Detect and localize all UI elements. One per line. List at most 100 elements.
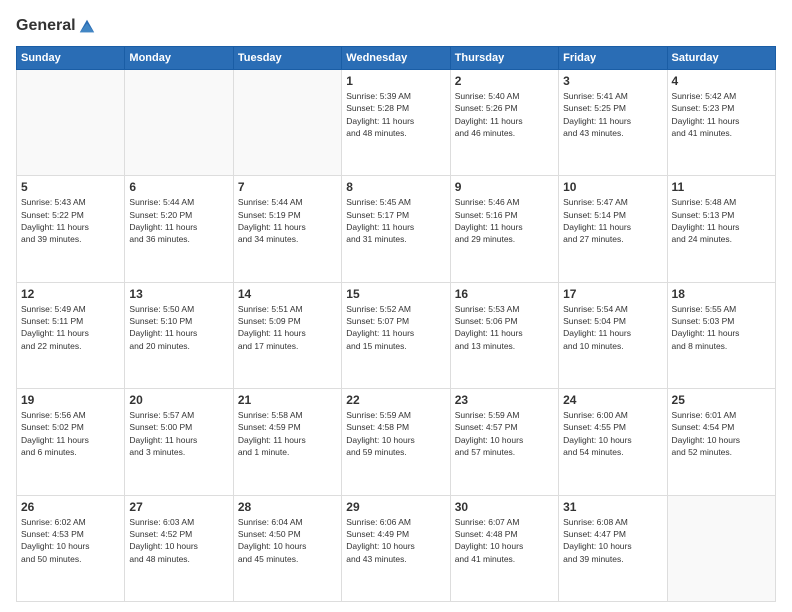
calendar-week-row: 19Sunrise: 5:56 AM Sunset: 5:02 PM Dayli… — [17, 389, 776, 495]
day-number: 31 — [563, 500, 662, 514]
calendar-cell: 11Sunrise: 5:48 AM Sunset: 5:13 PM Dayli… — [667, 176, 775, 282]
day-info: Sunrise: 5:57 AM Sunset: 5:00 PM Dayligh… — [129, 409, 228, 458]
calendar-cell: 28 Sunrise: 6:04 AM Sunset: 4:50 PM Dayli… — [233, 495, 341, 601]
day-info: Sunrise: 5:56 AM Sunset: 5:02 PM Dayligh… — [21, 409, 120, 458]
calendar-cell: 4 Sunrise: 5:42 AM Sunset: 5:23 PM Daylig… — [667, 70, 775, 176]
logo-text: General — [16, 16, 96, 36]
day-number: 11 — [672, 180, 771, 194]
calendar-header-sunday: Sunday — [17, 47, 125, 70]
calendar-header-saturday: Saturday — [667, 47, 775, 70]
day-number: 25 — [672, 393, 771, 407]
day-number: 21 — [238, 393, 337, 407]
calendar-cell: 3 Sunrise: 5:41 AM Sunset: 5:25 PM Daylig… — [559, 70, 667, 176]
calendar-cell: 6 Sunrise: 5:44 AM Sunset: 5:20 PM Daylig… — [125, 176, 233, 282]
day-info: Sunrise: 6:08 AM Sunset: 4:47 PM Dayligh… — [563, 516, 662, 565]
day-number: 23 — [455, 393, 554, 407]
day-info: Sunrise: 5:43 AM Sunset: 5:22 PM Dayligh… — [21, 196, 120, 245]
calendar-cell: 20 Sunrise: 5:57 AM Sunset: 5:00 PM Dayli… — [125, 389, 233, 495]
day-number: 30 — [455, 500, 554, 514]
day-number: 3 — [563, 74, 662, 88]
day-info: Sunrise: 6:04 AM Sunset: 4:50 PM Dayligh… — [238, 516, 337, 565]
calendar-cell: 24 Sunrise: 6:00 AM Sunset: 4:55 PM Dayli… — [559, 389, 667, 495]
day-info: Sunrise: 6:00 AM Sunset: 4:55 PM Dayligh… — [563, 409, 662, 458]
day-number: 7 — [238, 180, 337, 194]
day-number: 16 — [455, 287, 554, 301]
calendar-cell: 22 Sunrise: 5:59 AM Sunset: 4:58 PM Dayli… — [342, 389, 450, 495]
day-info: Sunrise: 6:06 AM Sunset: 4:49 PM Dayligh… — [346, 516, 445, 565]
day-number: 18 — [672, 287, 771, 301]
calendar-cell: 2Sunrise: 5:40 AM Sunset: 5:26 PM Daylig… — [450, 70, 558, 176]
calendar-week-row: 12 Sunrise: 5:49 AM Sunset: 5:11 PM Dayli… — [17, 282, 776, 388]
calendar-cell — [125, 70, 233, 176]
day-info: Sunrise: 6:01 AM Sunset: 4:54 PM Dayligh… — [672, 409, 771, 458]
day-number: 24 — [563, 393, 662, 407]
calendar-cell: 5 Sunrise: 5:43 AM Sunset: 5:22 PM Daylig… — [17, 176, 125, 282]
day-info: Sunrise: 5:59 AM Sunset: 4:58 PM Dayligh… — [346, 409, 445, 458]
calendar-header-tuesday: Tuesday — [233, 47, 341, 70]
day-info: Sunrise: 5:58 AM Sunset: 4:59 PM Dayligh… — [238, 409, 337, 458]
day-number: 14 — [238, 287, 337, 301]
day-number: 8 — [346, 180, 445, 194]
calendar-cell: 8 Sunrise: 5:45 AM Sunset: 5:17 PM Daylig… — [342, 176, 450, 282]
day-number: 28 — [238, 500, 337, 514]
calendar-header-wednesday: Wednesday — [342, 47, 450, 70]
day-info: Sunrise: 5:55 AM Sunset: 5:03 PM Dayligh… — [672, 303, 771, 352]
day-number: 12 — [21, 287, 120, 301]
calendar-header-row: SundayMondayTuesdayWednesdayThursdayFrid… — [17, 47, 776, 70]
calendar-week-row: 5 Sunrise: 5:43 AM Sunset: 5:22 PM Daylig… — [17, 176, 776, 282]
calendar-cell: 9 Sunrise: 5:46 AM Sunset: 5:16 PM Daylig… — [450, 176, 558, 282]
day-info: Sunrise: 5:39 AM Sunset: 5:28 PM Dayligh… — [346, 90, 445, 139]
calendar-cell: 16Sunrise: 5:53 AM Sunset: 5:06 PM Dayli… — [450, 282, 558, 388]
calendar-cell: 17 Sunrise: 5:54 AM Sunset: 5:04 PM Dayli… — [559, 282, 667, 388]
calendar-cell: 19Sunrise: 5:56 AM Sunset: 5:02 PM Dayli… — [17, 389, 125, 495]
calendar-header-friday: Friday — [559, 47, 667, 70]
calendar-cell: 14 Sunrise: 5:51 AM Sunset: 5:09 PM Dayli… — [233, 282, 341, 388]
day-info: Sunrise: 5:46 AM Sunset: 5:16 PM Dayligh… — [455, 196, 554, 245]
day-number: 27 — [129, 500, 228, 514]
day-number: 17 — [563, 287, 662, 301]
day-number: 26 — [21, 500, 120, 514]
logo: General — [16, 16, 96, 36]
day-number: 10 — [563, 180, 662, 194]
day-info: Sunrise: 5:45 AM Sunset: 5:17 PM Dayligh… — [346, 196, 445, 245]
day-number: 4 — [672, 74, 771, 88]
calendar-cell: 30Sunrise: 6:07 AM Sunset: 4:48 PM Dayli… — [450, 495, 558, 601]
calendar-cell — [667, 495, 775, 601]
calendar-header-thursday: Thursday — [450, 47, 558, 70]
calendar-cell: 27 Sunrise: 6:03 AM Sunset: 4:52 PM Dayli… — [125, 495, 233, 601]
calendar-header-monday: Monday — [125, 47, 233, 70]
calendar-cell: 23 Sunrise: 5:59 AM Sunset: 4:57 PM Dayli… — [450, 389, 558, 495]
header: General — [16, 16, 776, 36]
day-number: 5 — [21, 180, 120, 194]
calendar-cell: 1Sunrise: 5:39 AM Sunset: 5:28 PM Daylig… — [342, 70, 450, 176]
day-info: Sunrise: 5:42 AM Sunset: 5:23 PM Dayligh… — [672, 90, 771, 139]
day-info: Sunrise: 5:50 AM Sunset: 5:10 PM Dayligh… — [129, 303, 228, 352]
calendar-cell: 21 Sunrise: 5:58 AM Sunset: 4:59 PM Dayli… — [233, 389, 341, 495]
day-number: 22 — [346, 393, 445, 407]
day-info: Sunrise: 5:41 AM Sunset: 5:25 PM Dayligh… — [563, 90, 662, 139]
day-info: Sunrise: 5:40 AM Sunset: 5:26 PM Dayligh… — [455, 90, 554, 139]
calendar-cell: 25 Sunrise: 6:01 AM Sunset: 4:54 PM Dayli… — [667, 389, 775, 495]
day-info: Sunrise: 5:54 AM Sunset: 5:04 PM Dayligh… — [563, 303, 662, 352]
calendar-cell: 26 Sunrise: 6:02 AM Sunset: 4:53 PM Dayli… — [17, 495, 125, 601]
day-info: Sunrise: 5:59 AM Sunset: 4:57 PM Dayligh… — [455, 409, 554, 458]
calendar-cell — [17, 70, 125, 176]
day-info: Sunrise: 5:44 AM Sunset: 5:19 PM Dayligh… — [238, 196, 337, 245]
day-number: 15 — [346, 287, 445, 301]
calendar-table: SundayMondayTuesdayWednesdayThursdayFrid… — [16, 46, 776, 602]
day-info: Sunrise: 5:51 AM Sunset: 5:09 PM Dayligh… — [238, 303, 337, 352]
day-info: Sunrise: 6:03 AM Sunset: 4:52 PM Dayligh… — [129, 516, 228, 565]
calendar-cell: 15Sunrise: 5:52 AM Sunset: 5:07 PM Dayli… — [342, 282, 450, 388]
day-number: 6 — [129, 180, 228, 194]
day-info: Sunrise: 5:44 AM Sunset: 5:20 PM Dayligh… — [129, 196, 228, 245]
calendar-cell — [233, 70, 341, 176]
day-number: 9 — [455, 180, 554, 194]
day-info: Sunrise: 5:49 AM Sunset: 5:11 PM Dayligh… — [21, 303, 120, 352]
day-info: Sunrise: 5:47 AM Sunset: 5:14 PM Dayligh… — [563, 196, 662, 245]
page-container: General SundayMondayTuesdayWednesdayThur… — [0, 0, 792, 612]
calendar-cell: 18 Sunrise: 5:55 AM Sunset: 5:03 PM Dayli… — [667, 282, 775, 388]
day-number: 20 — [129, 393, 228, 407]
calendar-cell: 12 Sunrise: 5:49 AM Sunset: 5:11 PM Dayli… — [17, 282, 125, 388]
day-info: Sunrise: 6:02 AM Sunset: 4:53 PM Dayligh… — [21, 516, 120, 565]
day-number: 29 — [346, 500, 445, 514]
